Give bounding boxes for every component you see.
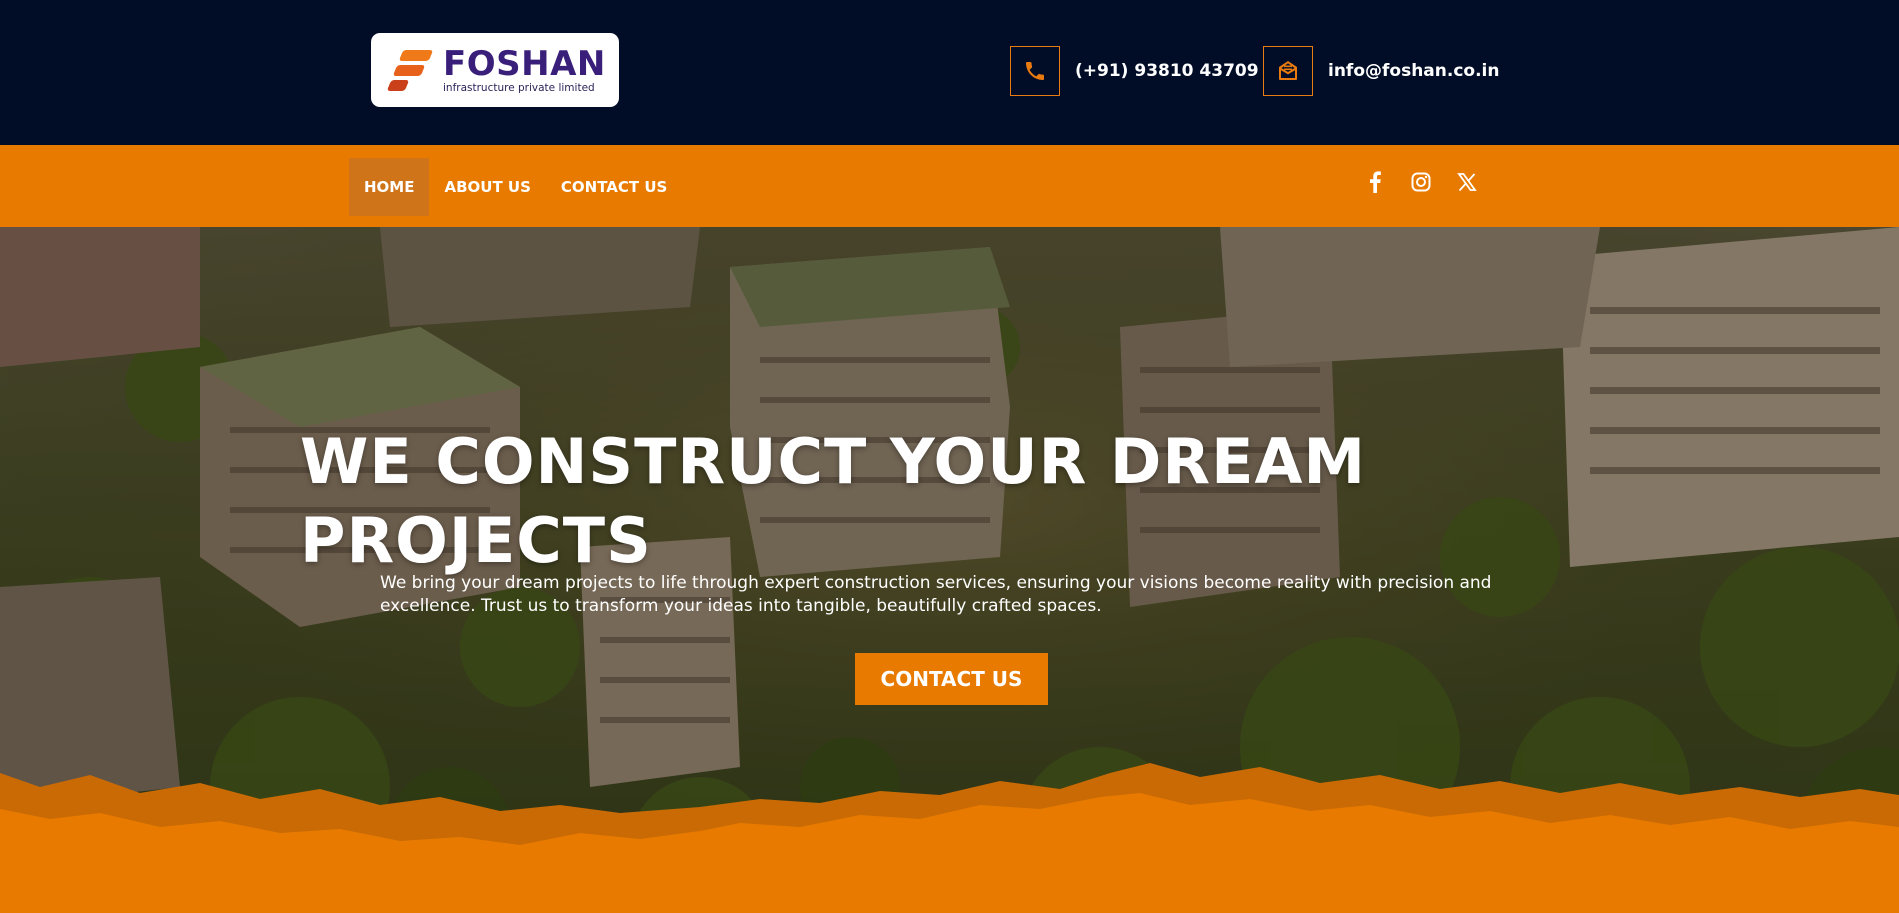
brand-logo-mark-icon xyxy=(386,46,434,94)
nav-item-about-us[interactable]: ABOUT US xyxy=(429,158,545,216)
brand-name: FOSHAN xyxy=(443,43,606,84)
x-twitter-icon[interactable] xyxy=(1456,171,1478,193)
phone-icon xyxy=(1010,46,1060,96)
top-header: FOSHAN infrastructure private limited (+… xyxy=(0,0,1899,145)
brand-logo-text: FOSHAN infrastructure private limited xyxy=(443,47,606,94)
contact-email[interactable]: info@foshan.co.in xyxy=(1263,46,1499,96)
social-links xyxy=(1364,171,1478,193)
hero-title: WE CONSTRUCT YOUR DREAM PROJECTS xyxy=(300,425,1367,577)
contact-phone-text: (+91) 93810 43709 xyxy=(1075,61,1259,81)
hero-section: WE CONSTRUCT YOUR DREAM PROJECTS We brin… xyxy=(0,227,1899,913)
brand-tagline: infrastructure private limited xyxy=(443,81,595,94)
instagram-icon[interactable] xyxy=(1410,171,1432,193)
facebook-icon[interactable] xyxy=(1364,171,1386,193)
main-nav: HOME ABOUT US CONTACT US xyxy=(0,145,1899,227)
hero-contact-button[interactable]: CONTACT US xyxy=(855,653,1048,705)
nav-item-contact-us[interactable]: CONTACT US xyxy=(546,158,682,216)
contact-email-text: info@foshan.co.in xyxy=(1328,61,1500,81)
nav-item-home[interactable]: HOME xyxy=(349,158,430,216)
contact-phone[interactable]: (+91) 93810 43709 xyxy=(1010,46,1259,96)
envelope-open-icon xyxy=(1263,46,1313,96)
brand-logo[interactable]: FOSHAN infrastructure private limited xyxy=(371,33,619,107)
hero-subtitle: We bring your dream projects to life thr… xyxy=(380,573,1492,616)
nav-links: HOME ABOUT US CONTACT US xyxy=(349,158,682,216)
torn-paper-divider xyxy=(0,763,1899,913)
